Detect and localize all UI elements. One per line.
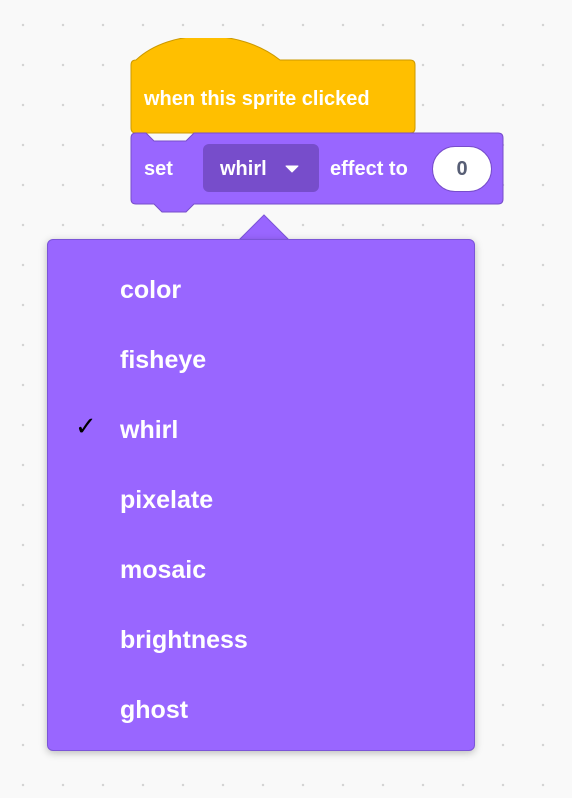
- menu-item-pixelate[interactable]: pixelate: [48, 468, 474, 524]
- caret-down-icon: [285, 165, 299, 173]
- effect-value-input[interactable]: 0: [432, 146, 492, 192]
- menu-item-label: brightness: [120, 626, 248, 654]
- menu-item-mosaic[interactable]: mosaic: [48, 538, 474, 594]
- effect-to-label: effect to: [330, 158, 408, 180]
- menu-item-fisheye[interactable]: fisheye: [48, 328, 474, 384]
- menu-item-label: color: [120, 276, 182, 304]
- when-sprite-clicked-block[interactable]: when this sprite clicked: [130, 38, 416, 134]
- effect-dropdown-menu: color fisheye ✓ whirl pixelate mosaic br…: [47, 239, 475, 751]
- dropdown-pointer-arrow: [238, 214, 290, 242]
- menu-item-label: whirl: [120, 416, 179, 444]
- hat-block-label: when this sprite clicked: [144, 88, 370, 110]
- effect-dropdown[interactable]: whirl: [203, 144, 319, 192]
- menu-item-label: ghost: [120, 696, 189, 724]
- menu-item-label: mosaic: [120, 556, 207, 584]
- menu-item-ghost[interactable]: ghost: [48, 678, 474, 734]
- menu-item-label: fisheye: [120, 346, 207, 374]
- hat-block-shape: [130, 38, 416, 134]
- menu-item-label: pixelate: [120, 486, 214, 514]
- menu-item-whirl[interactable]: ✓ whirl: [48, 398, 474, 454]
- set-effect-block[interactable]: set whirl effect to 0: [130, 132, 505, 218]
- set-label: set: [144, 158, 173, 180]
- menu-item-brightness[interactable]: brightness: [48, 608, 474, 664]
- menu-item-color[interactable]: color: [48, 258, 474, 314]
- checkmark-icon: ✓: [75, 412, 97, 442]
- effect-dropdown-value: whirl: [220, 158, 267, 180]
